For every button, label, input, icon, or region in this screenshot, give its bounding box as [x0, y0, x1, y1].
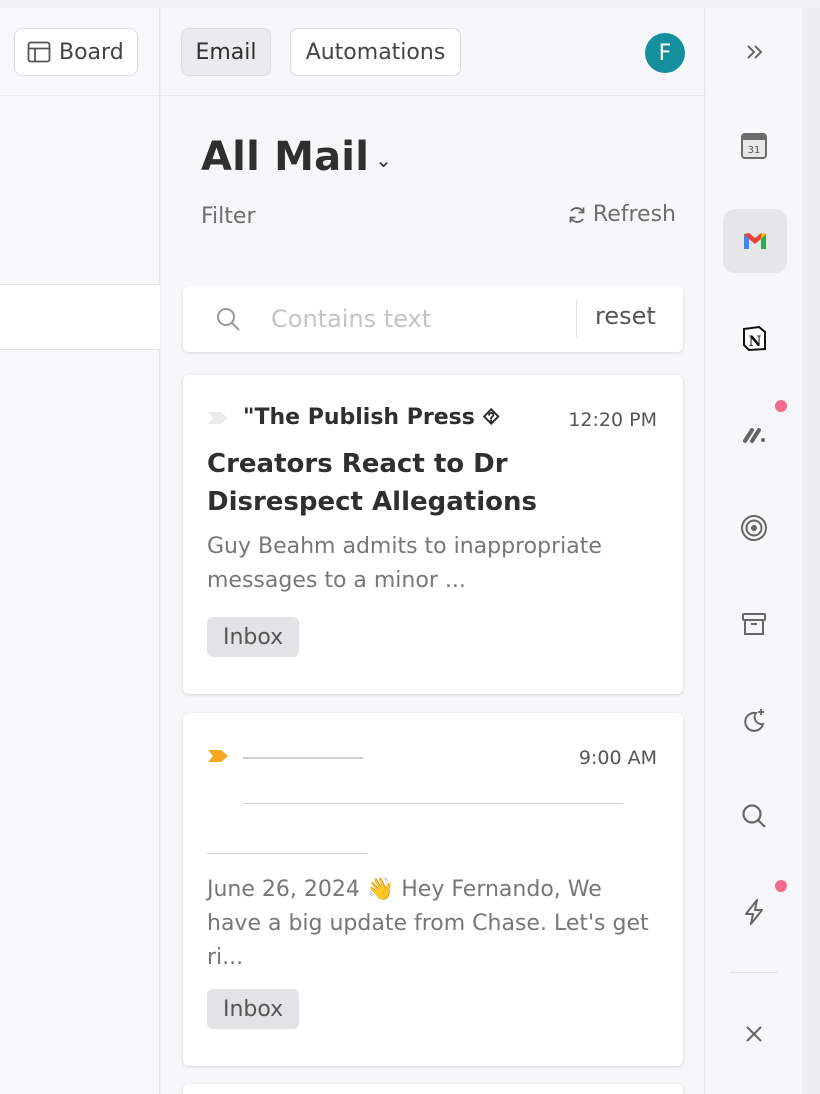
flag-icon	[208, 412, 228, 424]
left-workspace-panel: Board	[0, 8, 160, 1094]
board-icon	[27, 41, 51, 63]
board-button[interactable]: Board	[14, 28, 138, 76]
target-icon[interactable]	[730, 504, 778, 552]
reset-button[interactable]: reset	[595, 302, 656, 330]
mail-subject: Creators React to Dr Disrespect Allegati…	[207, 449, 537, 517]
chevron-down-icon: ⌄	[375, 148, 393, 172]
search-icon	[217, 308, 240, 331]
linear-icon[interactable]	[730, 410, 778, 458]
refresh-label: Refresh	[592, 202, 676, 227]
mail-snippet: Guy Beahm admits to inappropriate messag…	[207, 534, 602, 593]
tab-email[interactable]: Email	[181, 28, 271, 76]
search-divider	[576, 300, 577, 338]
collapse-icon[interactable]	[730, 28, 778, 76]
search-input[interactable]	[271, 300, 561, 338]
mail-time: 9:00 AM	[578, 747, 657, 769]
notification-dot	[775, 880, 787, 892]
mailbox-selector[interactable]: All Mail ⌄	[201, 134, 392, 180]
moon-sparkle-icon[interactable]	[730, 696, 778, 744]
left-topbar: Board	[0, 8, 159, 96]
mail-panel: Email Automations F All Mail ⌄ Filter Re…	[161, 8, 705, 1094]
mail-item[interactable]: 9:00 AM June 26, 2024 👋 Hey Fernando, We…	[183, 713, 683, 1066]
mail-topbar: Email Automations F	[161, 8, 705, 96]
left-list-row[interactable]	[0, 284, 160, 350]
mail-snippet: June 26, 2024 👋 Hey Fernando, We have a …	[207, 877, 649, 970]
notification-dot	[775, 400, 787, 412]
page-title: All Mail	[201, 134, 370, 180]
mail-item[interactable]: "The Publish Press ⯑ 12:20 PM Creators R…	[183, 375, 683, 694]
avatar[interactable]: F	[645, 33, 685, 73]
page-edge	[802, 8, 820, 1094]
label-badge[interactable]: Inbox	[207, 617, 300, 657]
lightning-icon[interactable]	[730, 888, 778, 936]
notion-icon[interactable]: N	[730, 314, 778, 362]
app-rail: 31 N	[706, 8, 802, 1094]
filter-button[interactable]: Filter	[201, 204, 255, 229]
redacted-subject	[207, 853, 367, 854]
search-bar: reset	[183, 286, 683, 352]
mail-sender: "The Publish Press ⯑	[243, 405, 500, 430]
search-icon[interactable]	[730, 792, 778, 840]
redacted-subject	[243, 803, 623, 804]
archive-icon[interactable]	[730, 600, 778, 648]
refresh-icon	[569, 206, 585, 223]
svg-text:31: 31	[748, 145, 761, 156]
rail-divider	[730, 972, 778, 973]
svg-text:N: N	[749, 334, 762, 350]
google-calendar-icon[interactable]: 31	[730, 122, 778, 170]
label-badge[interactable]: Inbox	[207, 989, 300, 1029]
board-button-label: Board	[59, 39, 124, 65]
tab-automations[interactable]: Automations	[290, 28, 461, 76]
redacted-sender	[243, 757, 363, 759]
gmail-icon[interactable]	[723, 209, 787, 273]
flag-icon	[208, 750, 228, 762]
mail-item[interactable]	[183, 1084, 683, 1094]
mail-time: 12:20 PM	[568, 409, 657, 431]
close-icon[interactable]	[730, 1010, 778, 1058]
refresh-button[interactable]: Refresh	[567, 202, 676, 227]
